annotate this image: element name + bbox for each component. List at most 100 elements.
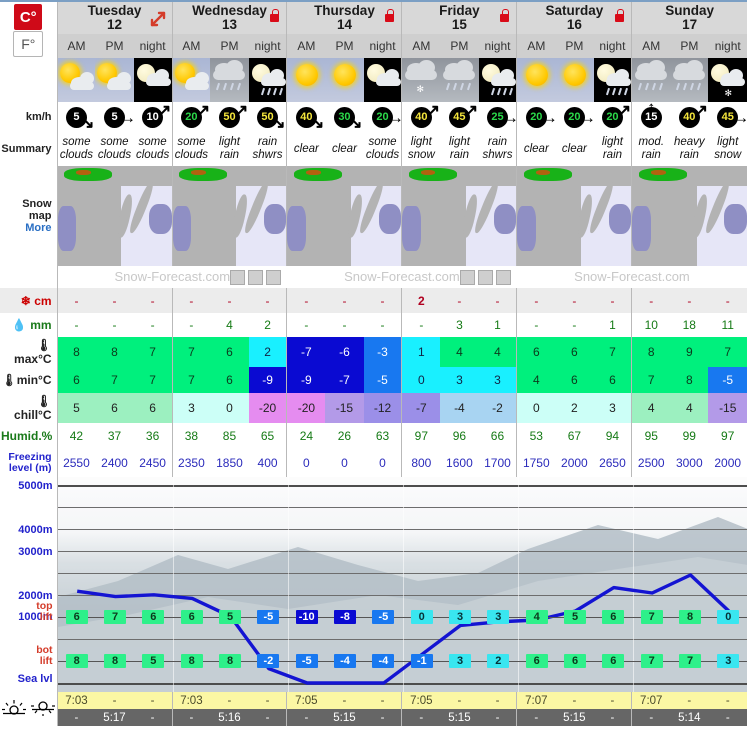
expand-icon[interactable]	[149, 10, 167, 28]
lock-icon[interactable]	[615, 9, 625, 22]
snow-cell-7: -	[325, 288, 364, 313]
day-header-3[interactable]: Friday 15	[401, 2, 517, 34]
sunset-cell-2: -	[133, 709, 172, 726]
map-image[interactable]	[287, 166, 402, 266]
max-temp-cell-4: 6	[210, 337, 249, 367]
lock-icon[interactable]	[385, 9, 395, 22]
map-image[interactable]	[172, 166, 287, 266]
period-night-11[interactable]: night	[478, 34, 517, 58]
day-header-2[interactable]: Thursday 14	[286, 2, 402, 34]
weather-icon-8	[363, 58, 402, 102]
period-pm-13[interactable]: PM	[555, 34, 594, 58]
lock-icon[interactable]	[500, 9, 510, 22]
map-precip	[650, 170, 666, 175]
lock-icon[interactable]	[270, 9, 280, 22]
day-date: 15	[451, 17, 467, 32]
period-am-3[interactable]: AM	[171, 34, 211, 58]
wind-cell-11: → 25	[478, 102, 519, 132]
wind-speed: 10	[142, 106, 164, 128]
period-pm-1[interactable]: PM	[95, 34, 134, 58]
day-header-5[interactable]: Sunday 17	[631, 2, 747, 34]
period-night-5[interactable]: night	[248, 34, 287, 58]
snow-map-3[interactable]	[401, 166, 517, 266]
period-am-9[interactable]: AM	[401, 34, 441, 58]
prev-frame-button[interactable]	[229, 270, 245, 285]
snow-map-2[interactable]	[286, 166, 402, 266]
unit-toggle-group[interactable]: C° F°	[0, 2, 58, 58]
summary-cell-11: rain shwrs	[478, 132, 517, 166]
map-image[interactable]	[632, 166, 747, 266]
period-pm-10[interactable]: PM	[440, 34, 479, 58]
top-lift-temp-15: 7	[640, 610, 663, 624]
snow-cell-8: -	[363, 288, 402, 313]
moon-rain-icon	[478, 58, 517, 102]
period-night-14[interactable]: night	[593, 34, 632, 58]
rain-cell-11: 1	[478, 313, 517, 337]
map-image[interactable]	[402, 166, 517, 266]
celsius-button[interactable]: C°	[14, 4, 43, 30]
day-name: Thursday	[314, 3, 375, 18]
map-playback-controls[interactable]	[459, 270, 511, 285]
snow-map-1[interactable]	[171, 166, 287, 266]
wind-indicator: ↗ 20	[594, 102, 632, 132]
prev-frame-button[interactable]	[459, 270, 475, 285]
period-pm-16[interactable]: PM	[670, 34, 709, 58]
chill-temp-cell-13: 2	[555, 393, 594, 423]
snow-map-0[interactable]	[56, 166, 172, 266]
summary-cell-13: clear	[555, 132, 594, 166]
wind-cell-10: ↗ 45	[440, 102, 479, 132]
wind-speed: 20	[180, 106, 202, 128]
chart-row: 5000m 4000m 3000m 2000m 1000m Sea lvl top lift b…	[0, 477, 747, 692]
snow-map-more-link[interactable]: More	[1, 222, 51, 234]
summary-cell-0: some clouds	[56, 132, 96, 166]
period-am-6[interactable]: AM	[286, 34, 326, 58]
sunrise-cell-8: -	[363, 692, 402, 709]
wind-indicator: ↗ 10	[134, 102, 172, 132]
max-temp-cell-3: 7	[171, 337, 211, 367]
sunrise-cell-10: -	[440, 692, 479, 709]
period-night-17[interactable]: night	[708, 34, 747, 58]
map-image[interactable]	[517, 166, 632, 266]
rain-cell-3: -	[171, 313, 211, 337]
fahrenheit-button[interactable]: F°	[13, 31, 44, 57]
cloud-rain-icon	[632, 58, 671, 102]
chart-canvas[interactable]: 6 8 7 8 6 5 6 8 5 8 -5 -2 -10 -5 -8 -4 -5 -4 0 -1 3 3 3 2 4 6 5 6 6 6…	[57, 477, 747, 692]
humidity-row: Humid.% 42 37 36 38 85 65 24 26 63 97 96 66 53 67 94 95…	[0, 423, 747, 449]
bot-lift-temp-9: -1	[410, 654, 433, 668]
freezing-level-cell-12: 1750	[516, 449, 556, 477]
min-temp-cell-3: 7	[171, 367, 211, 393]
sunrise-cell-14: -	[593, 692, 632, 709]
snow-unit: cm	[34, 293, 52, 308]
map-image[interactable]	[57, 166, 172, 266]
day-header-1[interactable]: Wednesday 13	[171, 2, 287, 34]
weather-icon-10	[440, 58, 479, 102]
bot-lift-temp-0: 8	[65, 654, 88, 668]
map-playback-controls[interactable]	[229, 270, 281, 285]
day-header-4[interactable]: Saturday 16	[516, 2, 632, 34]
sun-cloud-icon	[95, 58, 134, 102]
period-am-12[interactable]: AM	[516, 34, 556, 58]
freezing-level-cell-1: 2400	[95, 449, 134, 477]
snow-map-5[interactable]	[631, 166, 747, 266]
humidity-label: Humid.%	[0, 423, 58, 449]
period-am-15[interactable]: AM	[631, 34, 671, 58]
bot-lift-temp-8: -4	[372, 654, 395, 668]
next-frame-button[interactable]	[247, 270, 263, 285]
sunrise-cell-13: -	[555, 692, 594, 709]
period-pm-7[interactable]: PM	[325, 34, 364, 58]
elevation-chart[interactable]: 6 8 7 8 6 5 6 8 5 8 -5 -2 -10 -5 -8 -4 -5 -4 0 -1 3 3 3 2 4 6 5 6 6 6…	[56, 477, 747, 692]
day-header-0[interactable]: Tuesday 12	[56, 2, 172, 34]
next-frame-button[interactable]	[477, 270, 493, 285]
bot-lift-temp-16: 7	[679, 654, 702, 668]
top-lift-temp-14: 6	[602, 610, 625, 624]
snow-layer-button[interactable]	[265, 270, 281, 285]
snow-layer-button[interactable]	[495, 270, 511, 285]
period-am-0[interactable]: AM	[56, 34, 96, 58]
day-name: Sunday	[665, 3, 715, 18]
snow-map-4[interactable]	[516, 166, 632, 266]
wind-indicator: ↗ 45	[440, 102, 478, 132]
period-night-8[interactable]: night	[363, 34, 402, 58]
period-night-2[interactable]: night	[133, 34, 172, 58]
period-pm-4[interactable]: PM	[210, 34, 249, 58]
summary-cell-10: light rain	[440, 132, 479, 166]
